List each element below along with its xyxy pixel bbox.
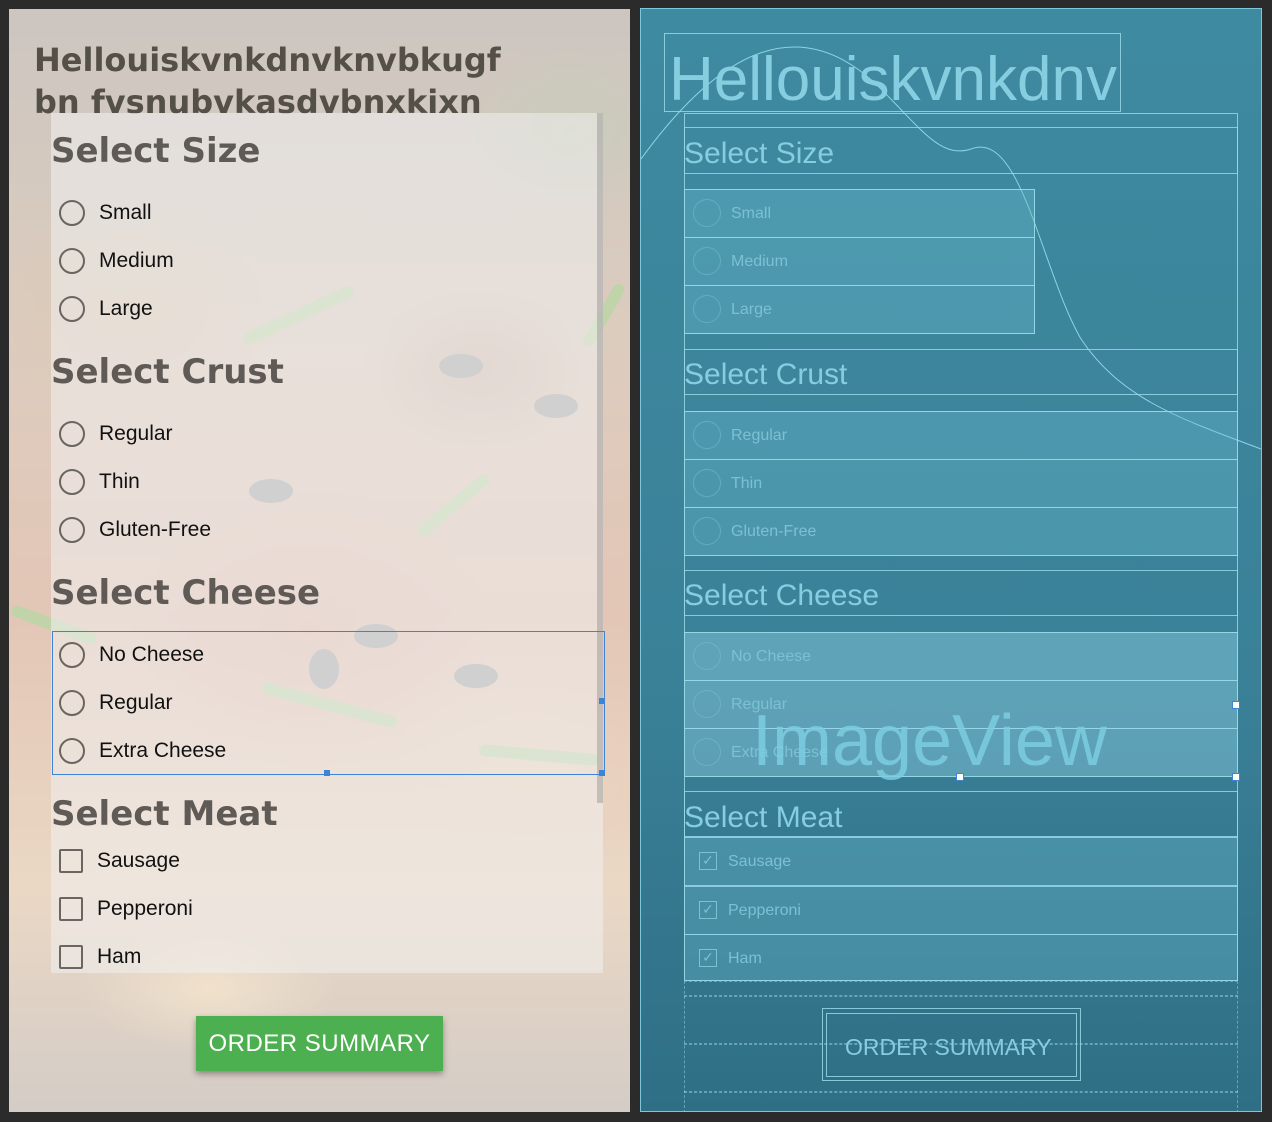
radio-button[interactable] xyxy=(59,296,85,322)
radio-button[interactable] xyxy=(59,200,85,226)
blueprint-radio-circle xyxy=(693,690,721,718)
option-label: Pepperoni xyxy=(97,897,193,920)
blueprint-radio-circle xyxy=(693,517,721,545)
checkmark-icon: ✓ xyxy=(699,949,717,967)
meat-heading: Select Meat xyxy=(51,794,278,834)
blueprint-option-label: Thin xyxy=(731,475,763,492)
radio-button[interactable] xyxy=(59,469,85,495)
cheese-heading: Select Cheese xyxy=(51,573,321,613)
blueprint-radio-circle xyxy=(693,738,721,766)
blueprint-option-label: Gluten-Free xyxy=(731,523,817,540)
checkbox[interactable] xyxy=(59,897,83,921)
resize-handle[interactable] xyxy=(599,698,605,704)
blueprint-title: Hellouiskvnkdnv xyxy=(669,45,1117,114)
blueprint-size-heading: Select Size xyxy=(684,137,835,170)
blueprint-radio[interactable] xyxy=(684,459,1238,508)
size-heading: Select Size xyxy=(51,131,261,171)
radio-button[interactable] xyxy=(59,517,85,543)
blueprint-cheese-heading: Select Cheese xyxy=(684,579,880,612)
crust-option-thin[interactable]: Thin xyxy=(59,462,140,502)
option-label: Ham xyxy=(97,945,142,968)
size-option-large[interactable]: Large xyxy=(59,289,153,329)
design-preview: Hellouiskvnkdnvknvbkugfbn fvsnubvkasdvbn… xyxy=(9,9,630,1112)
blueprint-option-label: Medium xyxy=(731,253,788,270)
blueprint-radio-circle xyxy=(693,469,721,497)
checkmark-icon: ✓ xyxy=(699,901,717,919)
blueprint-option-label: Large xyxy=(731,301,772,318)
option-label: Gluten-Free xyxy=(99,518,212,541)
checkbox[interactable] xyxy=(59,945,83,969)
blueprint-option-label: No Cheese xyxy=(731,648,812,665)
meat-option-pepperoni[interactable]: Pepperoni xyxy=(59,889,193,929)
meat-option-sausage[interactable]: Sausage xyxy=(59,841,180,881)
blueprint-meat-heading: Select Meat xyxy=(684,801,843,834)
blueprint-option-label: Pepperoni xyxy=(728,902,801,919)
blueprint-option-label: Regular xyxy=(731,427,788,444)
checkmark-icon: ✓ xyxy=(699,852,717,870)
option-label: Regular xyxy=(99,422,173,445)
selected-radio-group-outline[interactable] xyxy=(52,631,605,776)
blueprint-radio-circle xyxy=(693,199,721,227)
resize-handle[interactable] xyxy=(599,770,605,776)
resize-handle[interactable] xyxy=(1232,773,1240,781)
crust-option-regular[interactable]: Regular xyxy=(59,414,173,454)
blueprint-crust-heading: Select Crust xyxy=(684,358,848,391)
order-summary-button[interactable]: ORDER SUMMARY xyxy=(196,1016,443,1071)
option-label: Thin xyxy=(99,470,140,493)
resize-handle[interactable] xyxy=(324,770,330,776)
app-title: Hellouiskvnkdnvknvbkugfbn fvsnubvkasdvbn… xyxy=(34,41,501,121)
size-option-small[interactable]: Small xyxy=(59,193,152,233)
blueprint-option-label: Small xyxy=(731,205,772,222)
blueprint-option-label: Sausage xyxy=(728,853,792,870)
option-label: Small xyxy=(99,201,152,224)
blueprint-preview: Hellouiskvnkdnv Select Size Small Medium… xyxy=(640,8,1262,1112)
blueprint-radio-circle xyxy=(693,421,721,449)
blueprint-radio-circle xyxy=(693,247,721,275)
guide-line xyxy=(684,995,1238,997)
blueprint-radio-circle xyxy=(693,642,721,670)
radio-button[interactable] xyxy=(59,421,85,447)
blueprint-option-label: Ham xyxy=(728,950,762,967)
option-label: Sausage xyxy=(97,849,180,872)
option-label: Large xyxy=(99,297,153,320)
radio-button[interactable] xyxy=(59,248,85,274)
meat-option-ham[interactable]: Ham xyxy=(59,937,141,977)
guide-line xyxy=(684,1091,1238,1093)
blueprint-checkbox[interactable] xyxy=(684,934,1238,981)
resize-handle[interactable] xyxy=(1232,701,1240,709)
checkbox[interactable] xyxy=(59,849,83,873)
size-option-medium[interactable]: Medium xyxy=(59,241,174,281)
crust-heading: Select Crust xyxy=(51,352,284,392)
blueprint-order-button-label: ORDER SUMMARY xyxy=(845,1034,1052,1060)
crust-option-gluten-free[interactable]: Gluten-Free xyxy=(59,510,211,550)
blueprint-radio-circle xyxy=(693,295,721,323)
imageview-label: ImageView xyxy=(752,701,1107,781)
option-label: Medium xyxy=(99,249,174,272)
